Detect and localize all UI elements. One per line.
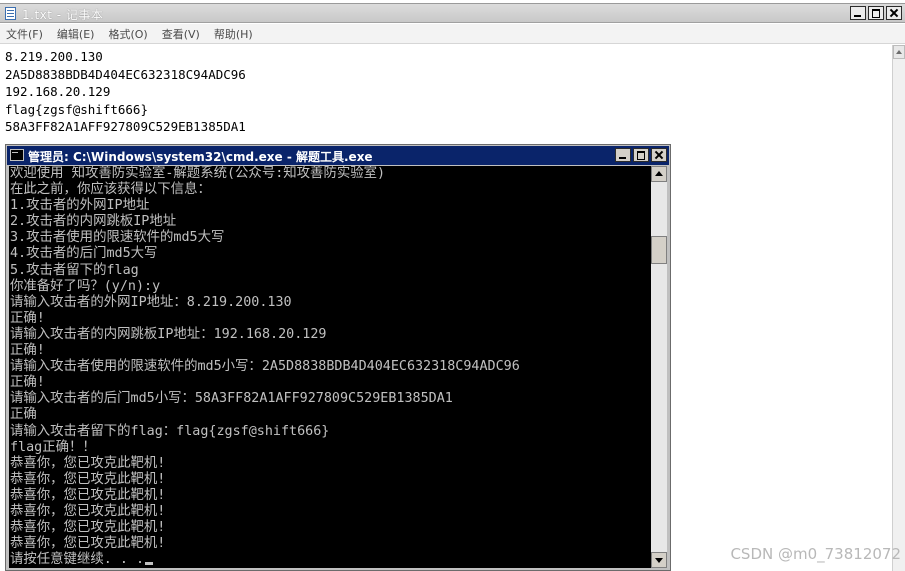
console-line: 恭喜你，您已攻克此靶机! (10, 536, 166, 552)
console-line: 5.攻击者留下的flag (10, 262, 139, 278)
menu-file[interactable]: 文件(F) (6, 26, 43, 42)
console-line: 欢迎使用 知攻善防实验室-解题系统(公众号:知攻善防实验室) (10, 166, 386, 181)
notepad-line: 192.168.20.129 (5, 84, 111, 99)
watermark-text: CSDN @m0_73812072 (730, 545, 901, 563)
console-line: 正确! (10, 343, 45, 359)
console-line: 正确! (10, 310, 45, 326)
console-line: 4.攻击者的后门md5大写 (10, 246, 158, 262)
console-line: 2.攻击者的内网跳板IP地址 (10, 214, 177, 230)
console-line: 正确 (10, 407, 37, 423)
console-line: 恭喜你，您已攻克此靶机! (10, 520, 166, 536)
console-prompt-text: 请按任意键继续. . . (10, 552, 145, 568)
console-line: 3.攻击者使用的限速软件的md5大写 (10, 230, 225, 246)
notepad-vertical-scrollbar[interactable] (892, 45, 905, 571)
notepad-line: 8.219.200.130 (5, 49, 103, 64)
menu-edit[interactable]: 编辑(E) (57, 26, 95, 42)
cursor-icon (145, 562, 154, 566)
console-line: 1.攻击者的外网IP地址 (10, 198, 150, 214)
console-line: 请输入攻击者的内网跳板IP地址：192.168.20.129 (10, 326, 327, 342)
scroll-down-arrow-icon[interactable] (651, 552, 667, 568)
notepad-icon (5, 7, 16, 20)
console-line: 请输入攻击者的外网IP地址：8.219.200.130 (10, 294, 292, 310)
cmd-window-controls (613, 148, 667, 162)
notepad-line: 58A3FF82A1AFF927809C529EB1385DA1 (5, 119, 246, 134)
notepad-minimize-button[interactable] (850, 6, 866, 20)
menu-format[interactable]: 格式(O) (108, 26, 147, 42)
notepad-titlebar[interactable]: 1.txt - 记事本 (0, 3, 905, 23)
console-line: 正确! (10, 375, 45, 391)
scrollbar-thumb[interactable] (651, 236, 667, 264)
notepad-menubar: 文件(F) 编辑(E) 格式(O) 查看(V) 帮助(H) (0, 24, 905, 44)
console-line: 请输入攻击者留下的flag：flag{zgsf@shift666} (10, 423, 330, 439)
notepad-title: 1.txt - 记事本 (22, 8, 104, 22)
console-line: 在此之前，你应该获得以下信息： (10, 182, 211, 198)
notepad-close-button[interactable] (886, 6, 902, 20)
console-last-line: 请按任意键继续. . . (10, 552, 651, 568)
cmd-minimize-button[interactable] (615, 148, 631, 162)
notepad-line: flag{zgsf@shift666} (5, 101, 148, 117)
console-line: 你准备好了吗？(y/n):y (10, 278, 161, 294)
cmd-title: 管理员: C:\Windows\system32\cmd.exe - 解题工具.… (28, 150, 373, 164)
console-line: 恭喜你，您已攻克此靶机! (10, 487, 166, 503)
notepad-maximize-button[interactable] (868, 6, 884, 20)
notepad-window-controls (848, 6, 902, 20)
cmd-close-button[interactable] (651, 148, 667, 162)
menu-help[interactable]: 帮助(H) (214, 26, 253, 42)
scroll-up-arrow-icon[interactable] (651, 166, 667, 182)
console-line: flag正确！！ (10, 439, 96, 455)
cmd-window: 管理员: C:\Windows\system32\cmd.exe - 解题工具.… (5, 144, 671, 571)
cmd-vertical-scrollbar[interactable] (651, 166, 667, 568)
console-icon (10, 149, 24, 161)
cmd-maximize-button[interactable] (633, 148, 649, 162)
scroll-up-arrow-icon[interactable] (893, 45, 905, 59)
console-line: 恭喜你，您已攻克此靶机! (10, 455, 166, 471)
notepad-line: 2A5D8838BDB4D404EC632318C94ADC96 (5, 66, 246, 82)
menu-view[interactable]: 查看(V) (162, 26, 200, 42)
cmd-titlebar[interactable]: 管理员: C:\Windows\system32\cmd.exe - 解题工具.… (7, 146, 669, 165)
console-line: 恭喜你，您已攻克此靶机! (10, 471, 166, 487)
console-line: 请输入攻击者使用的限速软件的md5小写：2A5D8838BDB4D404EC63… (10, 359, 520, 375)
desktop: 1.txt - 记事本 文件(F) 编辑(E) 格式(O) 查看(V) 帮助(H… (0, 0, 905, 571)
console-line: 请输入攻击者的后门md5小写：58A3FF82A1AFF927809C529EB… (10, 391, 453, 407)
cmd-console-output[interactable]: 欢迎使用 知攻善防实验室-解题系统(公众号:知攻善防实验室) 在此之前，你应该获… (9, 166, 651, 568)
console-line: 恭喜你，您已攻克此靶机! (10, 503, 166, 519)
